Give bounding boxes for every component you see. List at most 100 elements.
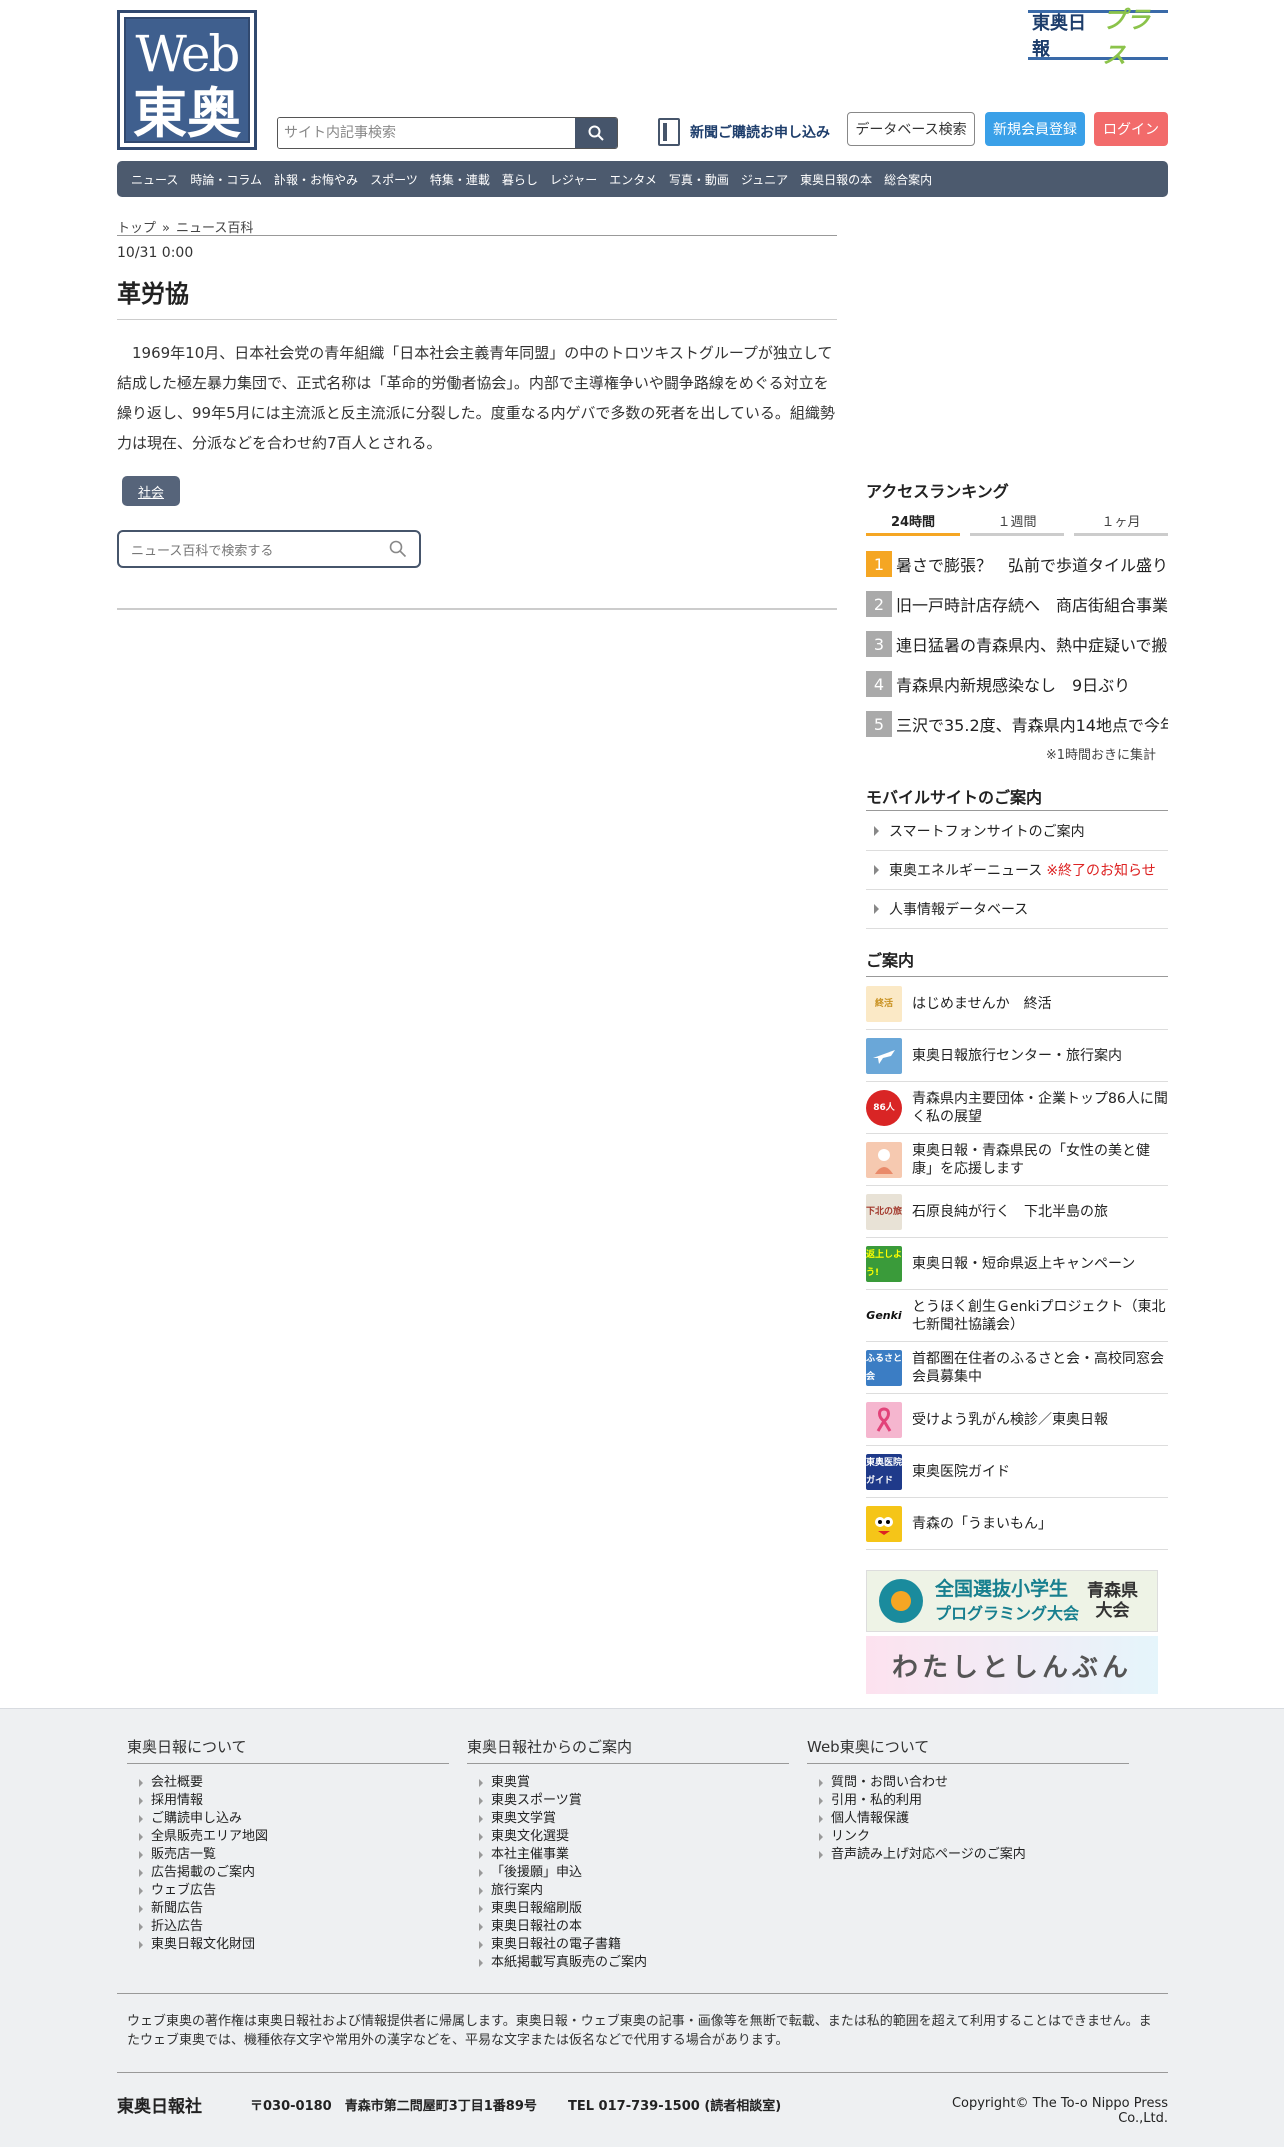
login-button[interactable]: ログイン	[1094, 112, 1168, 146]
nav-item-living[interactable]: 暮らし	[502, 171, 550, 188]
nav-item-junior[interactable]: ジュニア	[741, 171, 800, 188]
tab-24h[interactable]: 24時間	[866, 506, 960, 536]
footer-link-label: 音声読み上げ対応ページのご案内	[831, 1847, 1026, 1862]
plus-logo-kanji: 東奥日報	[1032, 13, 1086, 60]
info-item[interactable]: 下北の旅 石原良純が行く 下北半島の旅	[866, 1186, 1168, 1238]
footer-link[interactable]: 東奥スポーツ賞	[479, 1792, 789, 1810]
info-item[interactable]: 終活 はじめませんか 終活	[866, 978, 1168, 1030]
nav-item-guide[interactable]: 総合案内	[884, 171, 944, 188]
footer-link[interactable]: 東奥日報社の電子書籍	[479, 1936, 789, 1954]
footer-link[interactable]: 東奥日報縮刷版	[479, 1900, 789, 1918]
info-item[interactable]: 東奥日報旅行センター・旅行案内	[866, 1030, 1168, 1082]
info-item[interactable]: ふるさと会 首都圏在住者のふるさと会・高校同窓会 会員募集中	[866, 1342, 1178, 1394]
tab-1week[interactable]: １週間	[970, 506, 1064, 536]
ranking-item[interactable]: 4 青森県内新規感染なし 9日ぶり	[866, 664, 1168, 704]
arrow-icon	[479, 1779, 483, 1787]
ranking-item[interactable]: 1暑さで膨張？ 弘前で歩道タイル盛り上がり	[866, 544, 1168, 584]
footer-link-label: 全県販売エリア地図	[151, 1829, 269, 1844]
footer-link[interactable]: ウェブ広告	[139, 1882, 449, 1900]
footer-link[interactable]: 折込広告	[139, 1918, 449, 1936]
footer-col-heading: 東奥日報について	[127, 1736, 449, 1764]
footer-link[interactable]: 全県販売エリア地図	[139, 1828, 449, 1846]
arrow-icon	[479, 1887, 483, 1895]
search-icon[interactable]	[389, 540, 407, 558]
arrow-icon	[479, 1923, 483, 1931]
site-search-input[interactable]	[278, 118, 575, 148]
info-item[interactable]: 東奥医院ガイド 東奥医院ガイド	[866, 1446, 1168, 1498]
site-logo[interactable]: Web 東奥	[117, 10, 257, 150]
footer-link[interactable]: 本紙掲載写真販売のご案内	[479, 1954, 789, 1972]
nav-item-photo-video[interactable]: 写真・動画	[669, 171, 741, 188]
footer-link-label: 東奥日報社の本	[491, 1919, 583, 1934]
breadcrumb-home[interactable]: トップ	[117, 221, 156, 236]
nav-item-sports[interactable]: スポーツ	[370, 171, 430, 188]
info-item[interactable]: 86人 青森県内主要団体・企業トップ86人に聞く私の展望	[866, 1082, 1168, 1134]
ranking-item[interactable]: 3 連日猛暑の青森県内、熱中症疑いで搬送	[866, 624, 1168, 664]
footer-link-label: 東奥日報文化財団	[151, 1937, 256, 1952]
end-notice[interactable]: ※終了のお知らせ	[1046, 860, 1155, 880]
footer-link[interactable]: 音声読み上げ対応ページのご案内	[819, 1846, 1129, 1864]
footer-link[interactable]: 東奥文学賞	[479, 1810, 789, 1828]
footer-link[interactable]: リンク	[819, 1828, 1129, 1846]
footer-link[interactable]: 広告掲載のご案内	[139, 1864, 449, 1882]
footer-link-list: 会社概要 採用情報 ご購読申し込み 全県販売エリア地図 販売店一覧 広告掲載のご…	[127, 1774, 449, 1954]
info-item[interactable]: 東奥日報・青森県民の「女性の美と健康」を応援します	[866, 1134, 1168, 1186]
info-item-label: 東奥日報・青森県民の「女性の美と健康」を応援します	[912, 1142, 1150, 1177]
mobile-item-energy[interactable]: 東奥エネルギーニュース ※終了のお知らせ	[866, 851, 1168, 890]
info-item[interactable]: 返上しよう! 東奥日報・短命県返上キャンペーン	[866, 1238, 1168, 1290]
footer-link[interactable]: 東奥文化選奨	[479, 1828, 789, 1846]
nav-item-leisure[interactable]: レジャー	[550, 171, 609, 188]
shimokita-trip-icon: 下北の旅	[866, 1193, 902, 1230]
toonippo-plus-logo[interactable]: 東奥日報 プラス	[1028, 6, 1168, 69]
footer-link[interactable]: 新聞広告	[139, 1900, 449, 1918]
footer-link-label: ご購読申し込み	[151, 1811, 243, 1826]
divider	[117, 608, 837, 610]
footer-link[interactable]: 東奥賞	[479, 1774, 789, 1792]
nav-item-entertainment[interactable]: エンタメ	[609, 171, 669, 188]
ranking-title: 旧一戸時計店存続へ 商店街組合事業	[896, 596, 1168, 615]
nav-item-column[interactable]: 時論・コラム	[190, 171, 274, 188]
footer-link[interactable]: 東奥日報文化財団	[139, 1936, 449, 1954]
footer-link[interactable]: 会社概要	[139, 1774, 449, 1792]
footer-link[interactable]: 「後援願」申込	[479, 1864, 789, 1882]
footer-col-about: 東奥日報について 会社概要 採用情報 ご購読申し込み 全県販売エリア地図 販売店…	[127, 1736, 449, 1954]
footer-link[interactable]: 質問・お問い合わせ	[819, 1774, 1129, 1792]
footer-link[interactable]: 旅行案内	[479, 1882, 789, 1900]
mobile-item-personnel[interactable]: 人事情報データベース	[866, 890, 1168, 929]
info-item-label: とうほく創生Ｇenkiプロジェクト（東北七新聞社協議会）	[912, 1298, 1166, 1333]
nav-item-news[interactable]: ニュース	[131, 171, 190, 188]
category-tag[interactable]: 社会	[122, 476, 180, 506]
nav-item-books[interactable]: 東奥日報の本	[800, 171, 884, 188]
programming-contest-banner[interactable]: 全国選抜小学生 プログラミング大会 青森県 大会	[866, 1570, 1158, 1632]
tab-1month[interactable]: １ヶ月	[1074, 506, 1168, 536]
campaign-icon: 返上しよう!	[866, 1245, 902, 1282]
info-item[interactable]: 受けよう乳がん検診／東奥日報	[866, 1394, 1168, 1446]
info-item[interactable]: 青森の「うまいもん」	[866, 1498, 1168, 1550]
arrow-icon	[479, 1905, 483, 1913]
footer-link[interactable]: ご購読申し込み	[139, 1810, 449, 1828]
register-button[interactable]: 新規会員登録	[985, 112, 1085, 146]
database-search-button[interactable]: データベース検索	[847, 112, 975, 146]
nav-item-features[interactable]: 特集・連載	[430, 171, 502, 188]
nav-item-obituary[interactable]: 訃報・お悔やみ	[274, 171, 370, 188]
footer-link[interactable]: 採用情報	[139, 1792, 449, 1810]
footer-link[interactable]: 引用・私的利用	[819, 1792, 1129, 1810]
article-title: 革労協	[117, 274, 837, 320]
mobile-item-smartphone[interactable]: スマートフォンサイトのご案内	[866, 812, 1168, 851]
info-item[interactable]: Genki とうほく創生Ｇenkiプロジェクト（東北七新聞社協議会）	[866, 1290, 1168, 1342]
logo-line2: 東奥	[133, 81, 241, 145]
watashi-to-shinbun-banner[interactable]: わたしとしんぶん	[866, 1636, 1158, 1694]
subscribe-link[interactable]: 新聞ご購読お申し込み	[658, 115, 830, 149]
company-address: 〒030-0180 青森市第二問屋町3丁目1番89号	[250, 2099, 537, 2114]
search-button[interactable]	[575, 118, 617, 148]
footer-link[interactable]: 個人情報保護	[819, 1810, 1129, 1828]
encyclopedia-search[interactable]: ニュース百科で検索する	[117, 530, 421, 568]
ranking-item[interactable]: 2 旧一戸時計店存続へ 商店街組合事業	[866, 584, 1168, 624]
ranking-item[interactable]: 5三沢で35.2度、青森県内14地点で今年最高	[866, 704, 1168, 744]
footer-link[interactable]: 東奥日報社の本	[479, 1918, 789, 1936]
breadcrumb-current[interactable]: ニュース百科	[176, 221, 253, 236]
footer-link[interactable]: 本社主催事業	[479, 1846, 789, 1864]
info-heading: ご案内	[866, 947, 1168, 977]
footer-link[interactable]: 販売店一覧	[139, 1846, 449, 1864]
footer-link-label: 会社概要	[151, 1775, 204, 1790]
